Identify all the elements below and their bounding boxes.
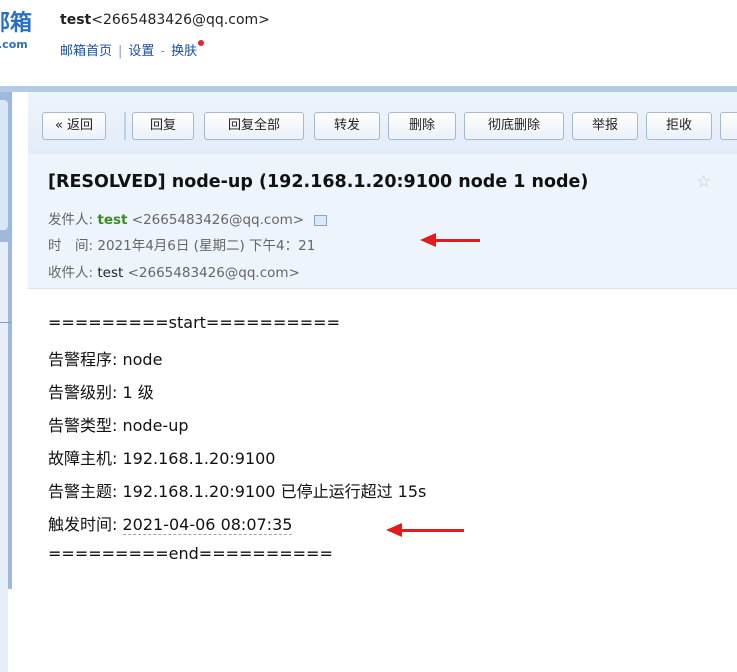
mail-subject: [RESOLVED] node-up (192.168.1.20:9100 no… <box>48 172 589 192</box>
reject-button[interactable]: 拒收 <box>646 112 712 140</box>
notification-dot-icon <box>198 40 205 46</box>
trigger-time-value[interactable]: 2021-04-06 08:07:35 <box>122 515 293 535</box>
account-name: test <box>60 12 92 28</box>
row-value: node <box>122 350 163 369</box>
contact-card-icon[interactable] <box>314 214 328 226</box>
row-value: node-up <box>122 416 189 435</box>
row-label: 故障主机: <box>48 449 118 468</box>
more-button[interactable] <box>720 112 737 140</box>
mail-home-link[interactable]: 邮箱首页 <box>60 44 112 59</box>
sender-name[interactable]: test <box>97 212 127 228</box>
red-arrow-annotation <box>420 233 480 247</box>
mail-logo[interactable]: 邮箱 .com <box>0 11 40 52</box>
to-row: 收件人: test <2665483426@qq.com> <box>48 261 300 281</box>
report-button[interactable]: 举报 <box>572 112 638 140</box>
reply-button[interactable]: 回复 <box>132 112 194 140</box>
sidebar-tab[interactable] <box>0 100 8 230</box>
from-label: 发件人: <box>48 212 94 228</box>
divider <box>0 322 12 323</box>
reply-all-button[interactable]: 回复全部 <box>204 112 304 140</box>
body-row: 告警级别: 1 级 <box>48 379 154 403</box>
row-value: 192.168.1.20:9100 <box>122 449 276 468</box>
settings-link[interactable]: 设置 <box>128 44 154 59</box>
left-sidebar-strip[interactable] <box>0 92 12 672</box>
header-nav: 邮箱首页 | 设置 - 换肤 <box>60 40 205 59</box>
row-label: 告警主题: <box>48 482 118 501</box>
account-info: test<2665483426@qq.com> <box>60 12 270 28</box>
body-end-line: =========end========== <box>48 544 333 563</box>
skin-link[interactable]: 换肤 <box>171 44 197 59</box>
mail-read-panel: « 返回 回复 回复全部 转发 删除 彻底删除 举报 拒收 [RESOLVED]… <box>28 92 737 589</box>
sender-email[interactable]: <2665483426@qq.com> <box>132 212 304 228</box>
back-button[interactable]: « 返回 <box>42 112 106 140</box>
nav-separator: - <box>160 44 166 59</box>
body-row: 故障主机: 192.168.1.20:9100 <box>48 445 275 469</box>
logo-domain: .com <box>0 38 28 51</box>
logo-text: 邮箱 <box>0 11 33 36</box>
body-row: 告警类型: node-up <box>48 412 189 436</box>
row-value: 1 级 <box>122 383 154 402</box>
nav-separator: | <box>118 44 123 59</box>
forward-button[interactable]: 转发 <box>314 112 380 140</box>
recipient-email[interactable]: <2665483426@qq.com> <box>128 265 300 281</box>
time-value: 2021年4月6日 (星期二) 下午4：21 <box>97 238 316 254</box>
star-icon[interactable]: ☆ <box>696 172 711 192</box>
row-label: 告警级别: <box>48 383 118 402</box>
recipient-name[interactable]: test <box>97 265 123 281</box>
body-row: 触发时间: 2021-04-06 08:07:35 <box>48 511 293 535</box>
row-label: 触发时间: <box>48 515 118 534</box>
mail-header: [RESOLVED] node-up (192.168.1.20:9100 no… <box>28 154 737 289</box>
red-arrow-annotation <box>386 523 464 537</box>
body-row: 告警程序: node <box>48 346 162 370</box>
mail-toolbar: « 返回 回复 回复全部 转发 删除 彻底删除 举报 拒收 <box>28 92 737 155</box>
to-label: 收件人: <box>48 265 94 281</box>
time-row: 时 间: 2021年4月6日 (星期二) 下午4：21 <box>48 234 315 254</box>
time-label: 时 间: <box>48 238 94 254</box>
delete-permanently-button[interactable]: 彻底删除 <box>464 112 564 140</box>
row-value: 192.168.1.20:9100 已停止运行超过 15s <box>122 482 427 501</box>
row-label: 告警类型: <box>48 416 118 435</box>
delete-button[interactable]: 删除 <box>388 112 456 140</box>
row-label: 告警程序: <box>48 350 118 369</box>
toolbar-separator <box>124 112 126 140</box>
from-row: 发件人: test <2665483426@qq.com> <box>48 208 328 228</box>
account-email: <2665483426@qq.com> <box>91 12 270 28</box>
body-row: 告警主题: 192.168.1.20:9100 已停止运行超过 15s <box>48 478 426 502</box>
sidebar-panel <box>0 242 8 672</box>
body-start-line: =========start========== <box>48 313 340 332</box>
